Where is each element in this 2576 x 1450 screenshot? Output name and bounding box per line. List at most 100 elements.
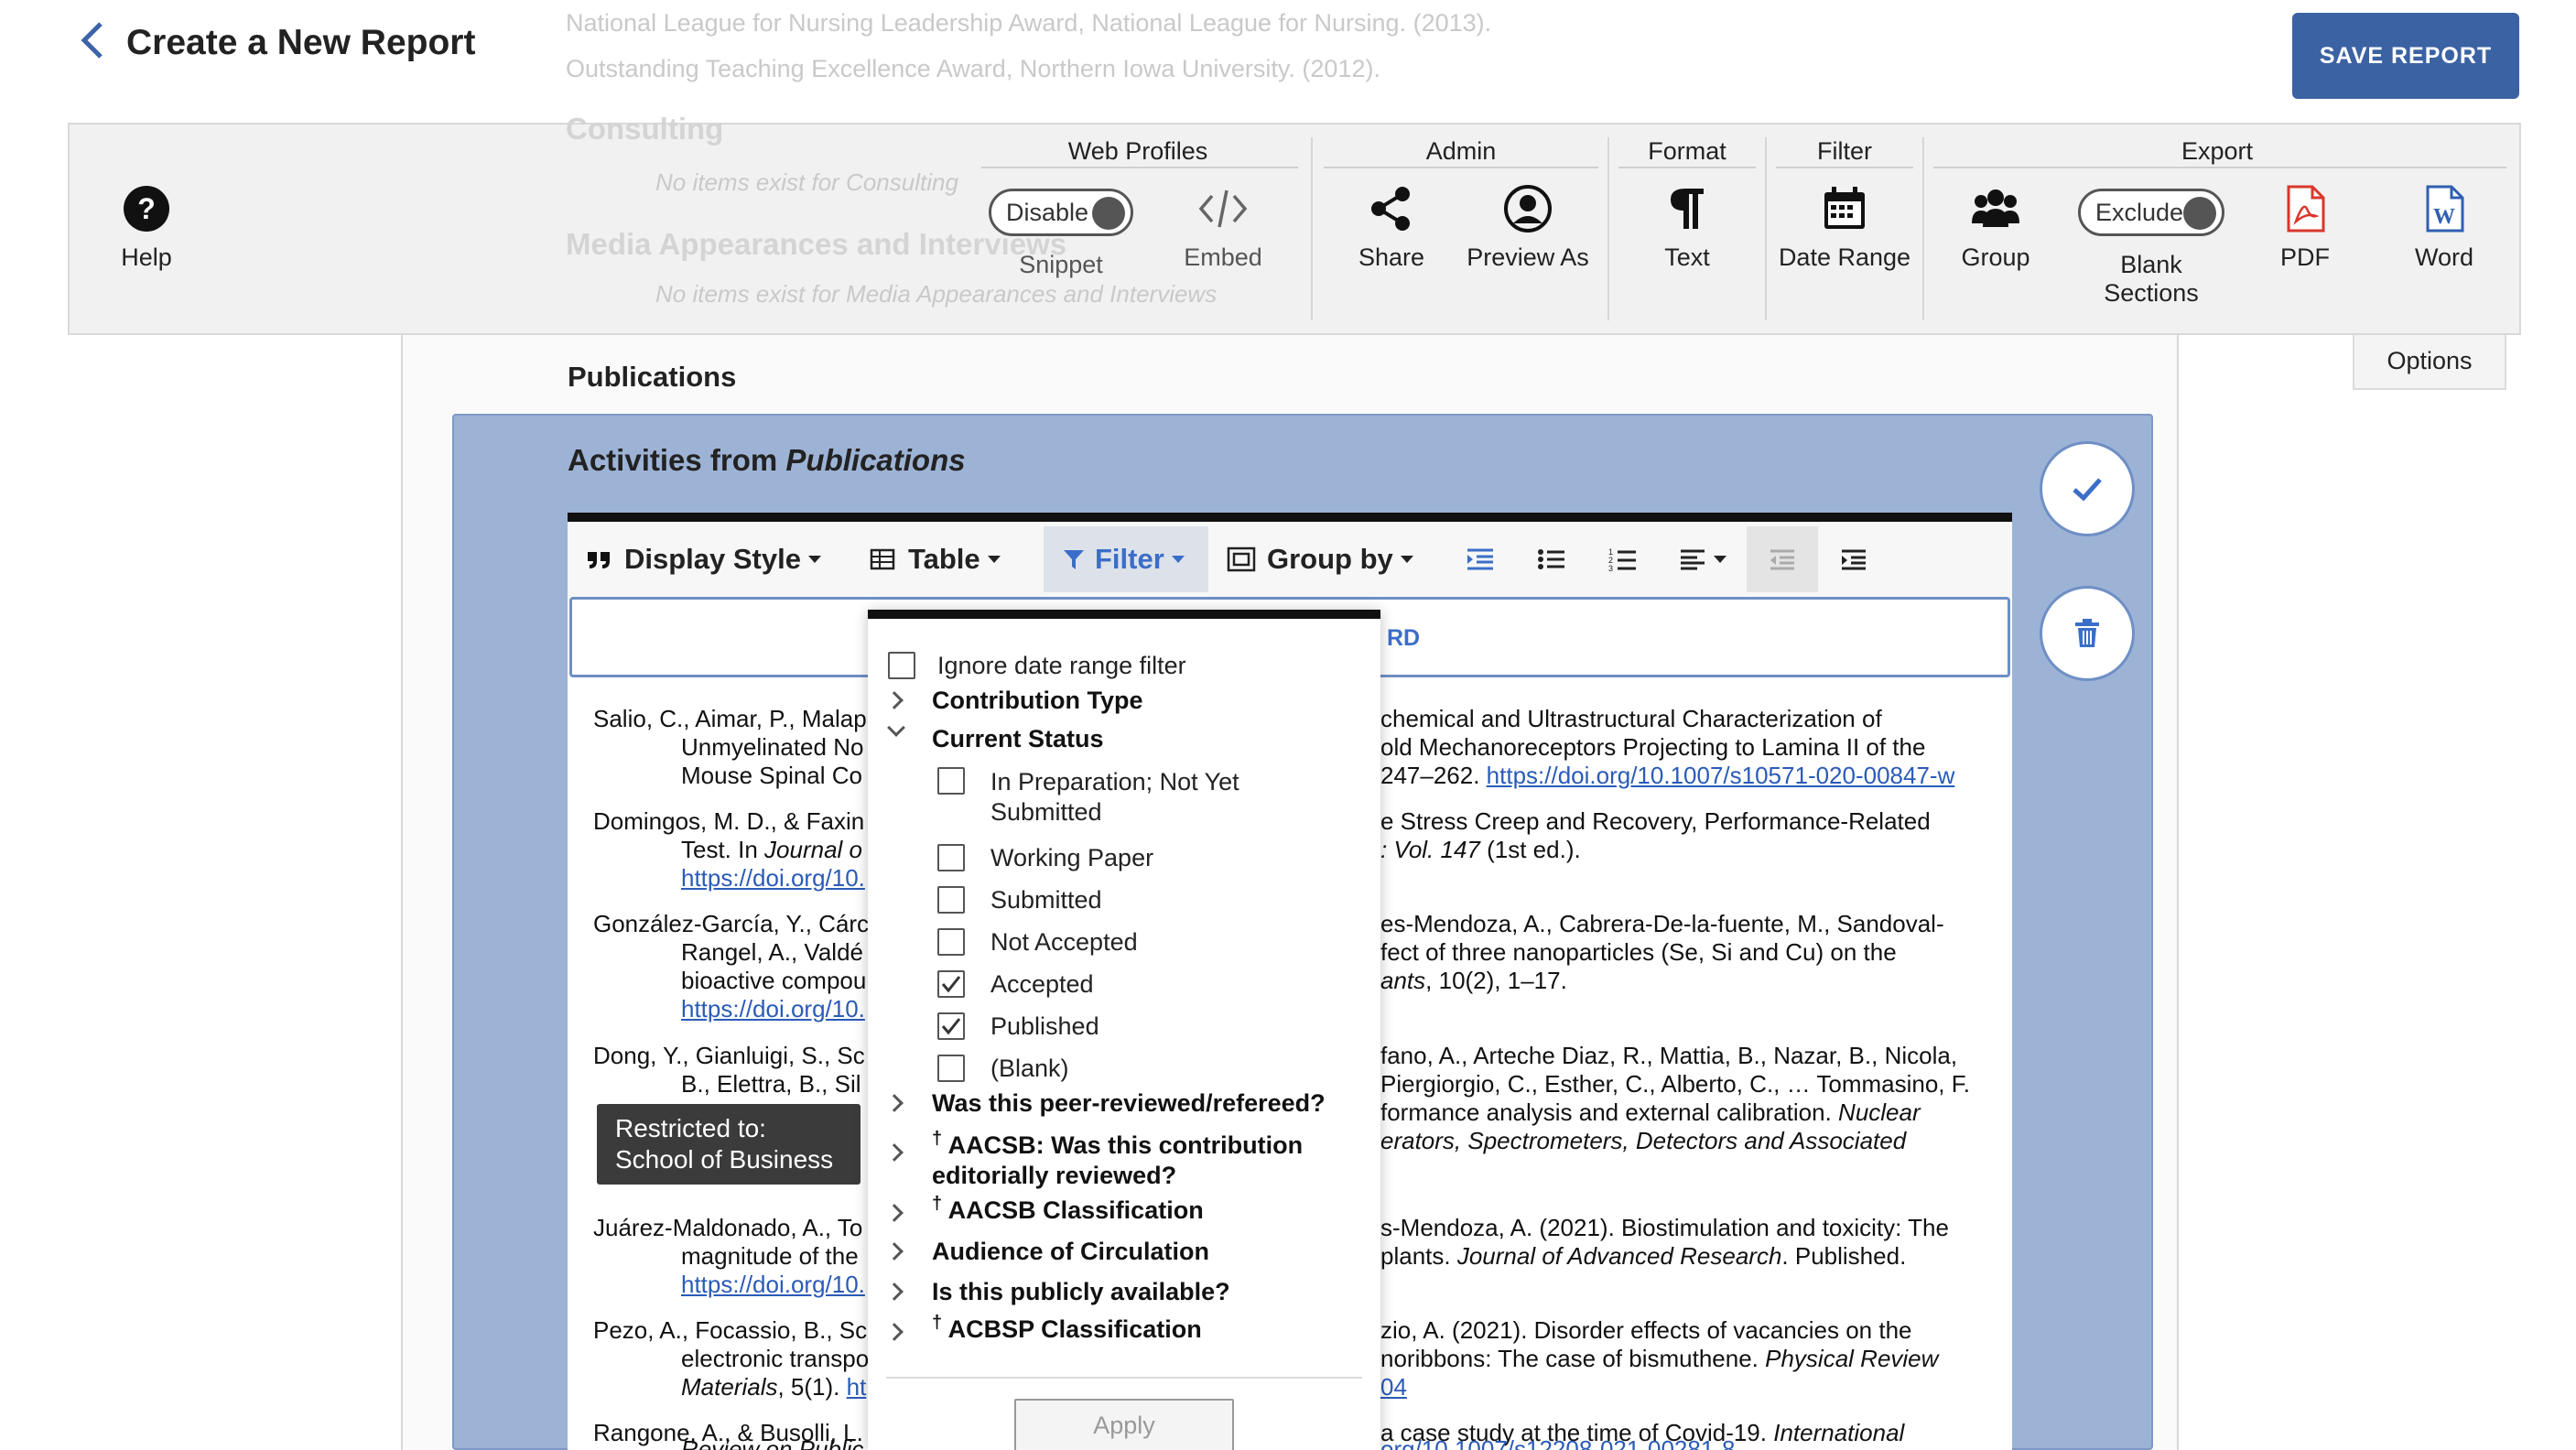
citation-link[interactable]: 04 — [1380, 1373, 1407, 1401]
citation-journal: International — [1773, 1419, 1905, 1446]
chevron-down-icon[interactable] — [887, 719, 905, 737]
aacsb-classification-toggle[interactable]: † AACSB Classification — [932, 1194, 1204, 1225]
citation-journal: Review on Public — [681, 1435, 864, 1450]
citation-link[interactable]: org/10.1007/s12208-021-00281-8 — [1380, 1435, 1735, 1450]
current-status-toggle[interactable]: Current Status — [932, 725, 1104, 753]
doi-link[interactable]: org/10.1007/s12208-021-00281-8 — [1380, 1435, 1735, 1450]
table-dropdown[interactable]: Table — [851, 526, 1044, 592]
back-chevron-icon[interactable] — [79, 20, 112, 70]
dagger-mark: † — [932, 1313, 943, 1333]
snippet-toggle-label: Disable — [1006, 199, 1089, 226]
doi-link[interactable]: https://doi.org/10. — [681, 864, 865, 892]
status-checkbox[interactable] — [937, 1012, 965, 1040]
caret-down-icon — [807, 556, 821, 563]
group-button[interactable]: Group — [1950, 183, 2041, 272]
code-icon — [1198, 189, 1248, 228]
citation-journal: Physical Review — [1765, 1345, 1939, 1372]
citation-text: s-Mendoza, A. (2021). Biostimulation and… — [1380, 1214, 1949, 1241]
doi-link[interactable]: https://doi.org/10.1007/s10571-020-00847… — [1487, 762, 1955, 789]
chevron-right-icon[interactable] — [885, 1143, 904, 1162]
status-option-label: Accepted — [990, 970, 1094, 998]
status-checkbox[interactable] — [937, 970, 965, 998]
group-by-dropdown[interactable]: Group by — [1208, 526, 1445, 592]
citation-text: Dong, Y., Gianluigi, S., Sc — [593, 1042, 865, 1069]
chevron-right-icon[interactable] — [885, 1323, 904, 1341]
citation-text: (1st ed.). — [1479, 836, 1581, 863]
chevron-right-icon[interactable] — [885, 691, 904, 709]
help-button[interactable]: ? Help — [101, 183, 192, 272]
divider — [1311, 137, 1313, 320]
chevron-right-icon[interactable] — [885, 1204, 904, 1222]
peer-reviewed-toggle[interactable]: Was this peer-reviewed/refereed? — [932, 1089, 1326, 1118]
group-title-filter: Filter — [1817, 137, 1872, 165]
status-checkbox[interactable] — [937, 928, 965, 956]
bullet-list-button[interactable] — [1516, 526, 1587, 592]
status-checkbox[interactable] — [937, 886, 965, 914]
acbsp-toggle[interactable]: † ACBSP Classification — [932, 1313, 1202, 1344]
delete-button[interactable] — [2040, 586, 2135, 681]
citation-text: 247–262. — [1380, 762, 1487, 789]
blank-sections-toggle[interactable]: Exclude — [2078, 189, 2224, 236]
filter-dropdown[interactable]: Filter — [1044, 526, 1208, 592]
aacsb-editorial-toggle[interactable]: † AACSB: Was this contribution editoriall… — [932, 1124, 1303, 1191]
display-style-dropdown[interactable]: Display Style — [568, 526, 851, 592]
confirm-button[interactable] — [2040, 441, 2135, 536]
numbered-list-button[interactable]: 123 — [1587, 526, 1659, 592]
audience-toggle[interactable]: Audience of Circulation — [932, 1238, 1209, 1266]
citation-text: Rangel, A., Valdé — [681, 938, 863, 966]
citation-text: B., Elettra, B., Sil — [681, 1070, 861, 1098]
doi-link[interactable]: https://doi.org/10. — [681, 1271, 865, 1298]
chevron-right-icon[interactable] — [885, 1282, 904, 1301]
doi-link[interactable]: 04 — [1380, 1373, 1407, 1401]
preview-as-button[interactable]: Preview As — [1461, 183, 1595, 272]
citation-link[interactable]: https://doi.org/10. — [681, 864, 865, 893]
status-option-label: Submitted — [990, 886, 1102, 914]
publicly-available-toggle[interactable]: Is this publicly available? — [932, 1278, 1230, 1306]
share-button[interactable]: Share — [1346, 183, 1437, 272]
text-format-button[interactable]: Text — [1641, 183, 1733, 272]
status-checkbox[interactable] — [937, 844, 965, 871]
card-title: Activities from Publications — [568, 443, 966, 478]
align-dropdown[interactable] — [1659, 526, 1747, 592]
outdent-button[interactable] — [1747, 526, 1818, 592]
snippet-label: Snippet — [1019, 251, 1103, 278]
chevron-right-icon[interactable] — [885, 1242, 904, 1261]
citation-text: , 10(2), 1–17. — [1425, 967, 1567, 994]
citation-link[interactable]: https://doi.org/10. — [681, 995, 865, 1023]
filter-menu: Ignore date range filter Contribution Ty… — [868, 610, 1380, 1450]
snippet-toggle[interactable]: Disable — [989, 189, 1133, 236]
quote-icon — [588, 552, 610, 568]
status-checkbox[interactable] — [937, 767, 965, 795]
citation-text: formance analysis and external calibrati… — [1380, 1098, 1839, 1126]
embed-button[interactable]: Embed — [1177, 183, 1269, 272]
citation-text: erators, Spectrometers, Detectors and As… — [1380, 1127, 1906, 1155]
restriction-tooltip: Restricted to: School of Business — [597, 1104, 860, 1185]
hanging-indent-button[interactable] — [1445, 526, 1516, 592]
options-tab[interactable]: Options — [2353, 335, 2506, 390]
ignore-date-checkbox[interactable] — [888, 652, 915, 679]
help-label: Help — [121, 243, 172, 271]
citation-text: es-Mendoza, A., Cabrera-De-la-fuente, M.… — [1380, 910, 1944, 937]
doi-link[interactable]: ht — [847, 1373, 867, 1401]
citation-link[interactable]: https://doi.org/10. — [681, 1271, 865, 1299]
doi-link[interactable]: https://doi.org/10. — [681, 995, 865, 1023]
blank-label-line2: Sections — [2104, 279, 2199, 307]
word-icon: W — [2426, 185, 2464, 233]
save-report-button[interactable]: SAVE REPORT — [2292, 13, 2519, 99]
pdf-export-button[interactable]: PDF — [2259, 183, 2351, 272]
status-option-label: Not Accepted — [990, 928, 1138, 956]
display-style-label: Display Style — [624, 543, 801, 575]
status-checkbox[interactable] — [937, 1055, 965, 1082]
card-title-prefix: Activities from — [568, 443, 786, 477]
citation-text: Test. In — [681, 836, 765, 863]
apply-button[interactable]: Apply — [1014, 1399, 1234, 1450]
indent-button[interactable] — [1818, 526, 1889, 592]
citation-text: formance analysis and external calibrati… — [1380, 1098, 1921, 1127]
chevron-right-icon[interactable] — [885, 1094, 904, 1112]
group-label: Group — [1961, 243, 2030, 271]
date-range-button[interactable]: Date Range — [1776, 183, 1913, 272]
hanging-indent-icon — [1467, 548, 1493, 570]
contribution-type-toggle[interactable]: Contribution Type — [932, 687, 1142, 715]
word-export-button[interactable]: W Word — [2398, 183, 2490, 272]
share-label: Share — [1358, 243, 1425, 271]
